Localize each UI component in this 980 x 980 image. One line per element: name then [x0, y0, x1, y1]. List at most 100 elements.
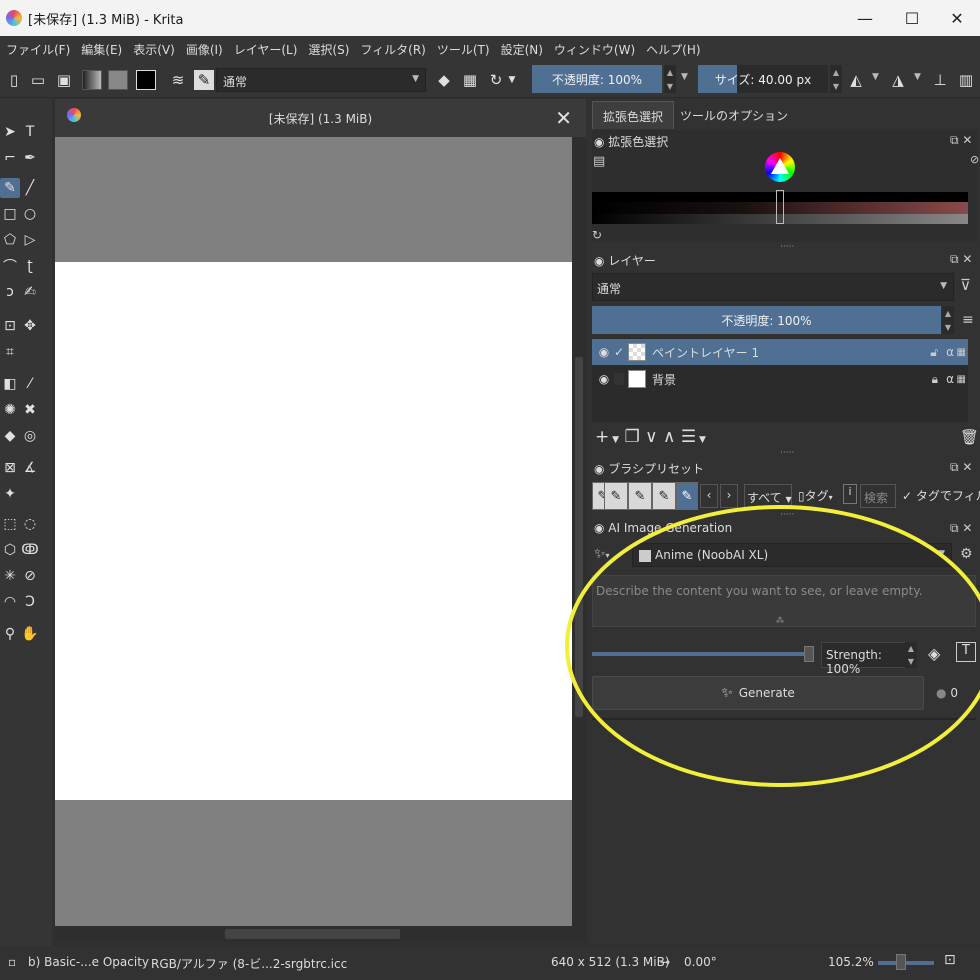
- enclose-fill-icon[interactable]: ◎: [20, 426, 40, 446]
- close-window-button[interactable]: ✕: [934, 0, 980, 36]
- queue-indicator[interactable]: ● 0: [936, 686, 958, 700]
- layer-opacity-slider[interactable]: 不透明度: 100%: [592, 306, 941, 334]
- similar-select-icon[interactable]: ⊘: [20, 566, 40, 586]
- prompt-resize-handle[interactable]: ⁂: [776, 616, 784, 625]
- menu-settings[interactable]: 設定(N): [501, 41, 543, 58]
- strength-spin-arrows[interactable]: ▲ ▼: [905, 642, 917, 668]
- new-document-icon[interactable]: ▯: [4, 70, 24, 90]
- color-bar-marker[interactable]: [776, 190, 784, 224]
- color-triangle[interactable]: [771, 158, 789, 174]
- ellipse-tool-icon[interactable]: ○: [20, 204, 40, 224]
- crop-tool-icon[interactable]: ⌗: [0, 342, 20, 362]
- freehand-select-icon[interactable]: ↂ: [20, 540, 40, 560]
- mirror-h-dropdown-icon[interactable]: ▼: [872, 72, 879, 82]
- brush-search-input[interactable]: 検索: [860, 484, 896, 508]
- move-tool-icon[interactable]: ✥: [20, 316, 40, 336]
- color-history-icon[interactable]: ↻: [592, 228, 602, 242]
- move-layer-down-icon[interactable]: ∨: [645, 427, 657, 447]
- color-swap-icon[interactable]: [136, 70, 156, 90]
- status-image-size[interactable]: 640 x 512 (1.3 MiB): [551, 955, 670, 969]
- tab-tool-options[interactable]: ツールのオプション: [670, 101, 798, 129]
- brush-prev-icon[interactable]: ‹: [700, 484, 718, 508]
- menu-layer[interactable]: レイヤー(L): [234, 41, 298, 58]
- layer-row-paint[interactable]: ◉ ✓ ペイントレイヤー 1 🔓︎ α ▦: [592, 339, 968, 365]
- menu-window[interactable]: ウィンドウ(W): [554, 41, 635, 58]
- zoom-slider-handle[interactable]: [896, 954, 906, 970]
- menu-edit[interactable]: 編集(E): [81, 41, 122, 58]
- status-color-space[interactable]: RGB/アルファ (8-ビ...2-srgbtrc.icc: [151, 955, 347, 972]
- gradient-selector-icon[interactable]: [82, 70, 102, 90]
- size-slider[interactable]: サイズ: 40.00 px: [698, 65, 828, 93]
- open-folder-icon[interactable]: ▭: [28, 70, 48, 90]
- layer-checkbox[interactable]: ✓: [614, 345, 628, 359]
- duplicate-layer-icon[interactable]: ❐: [624, 427, 639, 447]
- color-settings-icon[interactable]: ▤: [593, 154, 605, 169]
- brush-info-icon[interactable]: i: [843, 484, 857, 504]
- panel-splitter-2[interactable]: ·····: [780, 448, 794, 458]
- layer-checkbox[interactable]: [614, 373, 624, 385]
- ai-prompt-input[interactable]: Describe the content you want to see, or…: [592, 575, 976, 627]
- horizontal-scrollbar[interactable]: [55, 926, 572, 942]
- ai-panel-float-icon[interactable]: ⧉ ✕: [950, 521, 972, 536]
- tab-color-selector[interactable]: 拡張色選択: [592, 101, 675, 129]
- mirror-horizontal-icon[interactable]: ◭: [846, 70, 866, 90]
- crop-icon[interactable]: ⊥: [930, 70, 950, 90]
- alpha-lock-toggle-icon[interactable]: α: [946, 372, 954, 386]
- canvas-image[interactable]: [55, 262, 572, 800]
- freehand-path-icon[interactable]: ʈ: [20, 256, 40, 276]
- reload-preset-icon[interactable]: ↻: [486, 70, 506, 90]
- rectangle-tool-icon[interactable]: □: [0, 204, 20, 224]
- layer-filter-icon[interactable]: ⊽: [960, 276, 971, 294]
- gradient-tool-icon[interactable]: ◧: [0, 374, 20, 394]
- select-shape-icon[interactable]: ➤: [0, 122, 20, 142]
- ai-model-select[interactable]: Anime (NoobAI XL) ▼: [632, 543, 952, 567]
- horizontal-scroll-thumb[interactable]: [225, 929, 400, 939]
- brush-panel-float-icon[interactable]: ⧉ ✕: [950, 460, 972, 475]
- contiguous-select-icon[interactable]: ✳: [0, 566, 20, 586]
- magnetic-select-icon[interactable]: Ɔ: [20, 592, 40, 612]
- polyline-tool-icon[interactable]: ▷: [20, 230, 40, 250]
- rect-select-icon[interactable]: ⬚: [0, 514, 20, 534]
- menu-file[interactable]: ファイル(F): [6, 41, 70, 58]
- vertical-scroll-thumb[interactable]: [575, 357, 583, 717]
- line-tool-icon[interactable]: ╱: [20, 178, 40, 198]
- layer-inherit-alpha-icon[interactable]: ▦: [957, 374, 966, 385]
- pan-tool-icon[interactable]: ✋: [20, 624, 40, 644]
- layer-row-background[interactable]: ◉ 背景 🔒︎ α ▦: [592, 366, 968, 392]
- layer-lock-icon[interactable]: 🔓︎: [930, 345, 938, 360]
- eraser-icon[interactable]: ◆: [434, 70, 454, 90]
- ai-settings-icon[interactable]: ⚙: [960, 546, 973, 562]
- layers-panel-float-icon[interactable]: ⧉ ✕: [950, 252, 972, 267]
- generate-button[interactable]: ✨︎ Generate: [592, 676, 924, 710]
- delete-layer-icon[interactable]: 🗑︎: [960, 428, 979, 446]
- menu-tools[interactable]: ツール(T): [437, 41, 490, 58]
- fit-screen-icon[interactable]: ⊡: [944, 952, 956, 968]
- add-region-icon[interactable]: T: [956, 642, 976, 662]
- menu-image[interactable]: 画像(I): [186, 41, 223, 58]
- fill-tool-icon[interactable]: ◆: [0, 426, 20, 446]
- brush-preset-4[interactable]: ✎: [652, 482, 676, 510]
- polygon-select-icon[interactable]: ⬡: [0, 540, 20, 560]
- status-zoom[interactable]: 105.2%: [828, 955, 874, 969]
- save-icon[interactable]: ▣: [54, 70, 74, 90]
- panel-splitter-1[interactable]: ·····: [780, 242, 794, 252]
- zoom-slider[interactable]: [878, 961, 934, 965]
- layer-properties-icon[interactable]: ☰: [681, 427, 696, 447]
- status-rotation[interactable]: 0.00°: [684, 955, 717, 969]
- layer-blend-mode-select[interactable]: 通常 ▼: [592, 273, 954, 301]
- strength-slider-track[interactable]: [592, 652, 810, 656]
- status-brush-name[interactable]: b) Basic-...e Opacity: [28, 955, 149, 969]
- polygon-tool-icon[interactable]: ⬠: [0, 230, 20, 250]
- edit-shapes-icon[interactable]: ⌐: [0, 148, 20, 168]
- brush-preset-2[interactable]: ✎: [604, 482, 628, 510]
- color-panel-float-icon[interactable]: ⧉ ✕: [950, 133, 972, 148]
- blend-mode-select[interactable]: 通常 ▼: [216, 68, 426, 92]
- menu-view[interactable]: 表示(V): [133, 41, 175, 58]
- strength-spinbox[interactable]: Strength: 100%: [821, 642, 917, 676]
- ai-connection-icon[interactable]: ✨︎▾: [594, 546, 610, 562]
- color-reset-icon[interactable]: ⊘: [970, 153, 979, 166]
- color-picker-icon[interactable]: ⁄: [20, 374, 40, 394]
- pattern-selector-icon[interactable]: [108, 70, 128, 90]
- color-wheel[interactable]: [765, 152, 795, 182]
- brush-preset-3[interactable]: ✎: [628, 482, 652, 510]
